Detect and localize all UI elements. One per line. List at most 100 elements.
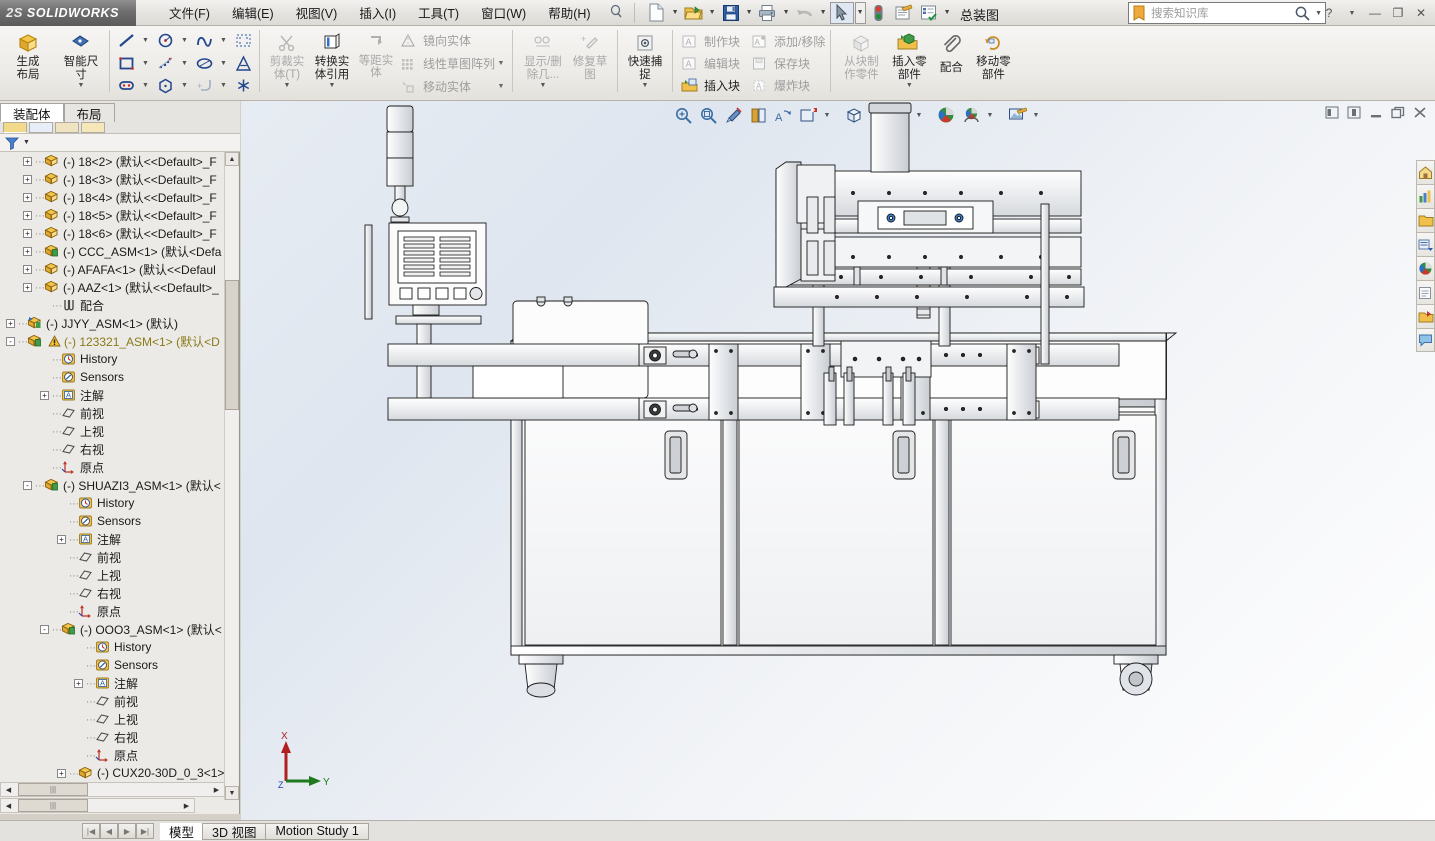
- line-tool[interactable]: [113, 29, 139, 51]
- tree-item[interactable]: ⋯History: [0, 494, 225, 512]
- tree-vertical-scrollbar[interactable]: ▲ ▼: [224, 152, 238, 800]
- tree-collapse-icon[interactable]: -: [40, 625, 49, 634]
- rectangle-tool[interactable]: [113, 52, 139, 74]
- select-dropdown[interactable]: ▼: [855, 2, 866, 24]
- new-document-button[interactable]: [645, 2, 669, 24]
- feature-manager-tab[interactable]: [3, 122, 27, 133]
- tree-hscroll-right-arrow[interactable]: ▶: [209, 783, 224, 796]
- save-document-dropdown[interactable]: ▼: [744, 2, 755, 24]
- rebuild-button[interactable]: [867, 2, 891, 24]
- make-block-item[interactable]: A 制作块: [678, 30, 740, 52]
- comments-button[interactable]: [1416, 328, 1435, 352]
- restore-button[interactable]: ❐: [1388, 3, 1408, 23]
- print-button[interactable]: [756, 2, 780, 24]
- tree-scroll-down-arrow[interactable]: ▼: [225, 786, 239, 800]
- new-document-dropdown[interactable]: ▼: [670, 2, 681, 24]
- mate-button[interactable]: 配合: [932, 27, 970, 100]
- tree-item[interactable]: ⋯配合: [0, 296, 225, 314]
- bottom-tab-model[interactable]: 模型: [160, 823, 203, 840]
- slot-tool-dropdown[interactable]: ▼: [139, 75, 152, 97]
- undo-dropdown[interactable]: ▼: [818, 2, 829, 24]
- spline-tool[interactable]: [191, 29, 217, 51]
- tree-expand-icon[interactable]: +: [23, 193, 32, 202]
- customize-dropdown[interactable]: ▼: [942, 2, 953, 24]
- tree-expand-icon[interactable]: +: [57, 769, 66, 778]
- quick-snap-dropdown[interactable]: ▼: [642, 82, 649, 89]
- configuration-manager-tab[interactable]: [55, 122, 79, 133]
- bottom-tab-3dviews[interactable]: 3D 视图: [202, 823, 266, 840]
- rectangle-tool-dropdown[interactable]: ▼: [139, 52, 152, 74]
- display-manager-tab[interactable]: [81, 122, 105, 133]
- fillet-tool[interactable]: +: [191, 75, 217, 97]
- tree-expand-icon[interactable]: +: [6, 319, 15, 328]
- menu-edit[interactable]: 编辑(E): [221, 0, 285, 25]
- tree-expand-icon[interactable]: +: [23, 211, 32, 220]
- sketch-pattern-tool[interactable]: [230, 29, 256, 51]
- custom-properties-button[interactable]: [1416, 280, 1435, 304]
- tree-item[interactable]: +⋯(-) CCC_ASM<1> (默认<Defa: [0, 242, 225, 260]
- solidworks-forum-button[interactable]: [1416, 304, 1435, 328]
- point-arc-tool[interactable]: [152, 52, 178, 74]
- tree-item[interactable]: +⋯(-) 18<2> (默认<<Default>_F: [0, 152, 225, 170]
- tree-item[interactable]: +⋯A注解: [0, 530, 225, 548]
- tree-expand-icon[interactable]: +: [23, 229, 32, 238]
- prev-tab-button[interactable]: ◀: [100, 823, 118, 839]
- tree-expand-icon[interactable]: +: [23, 265, 32, 274]
- appearances-scenes-button[interactable]: [1416, 256, 1435, 280]
- tree-collapse-icon[interactable]: -: [6, 337, 15, 346]
- tree-item[interactable]: ⋯原点: [0, 458, 225, 476]
- last-tab-button[interactable]: ▶|: [136, 823, 154, 839]
- panel-hscroll-left-arrow[interactable]: ◀: [1, 799, 16, 812]
- select-button[interactable]: [830, 2, 854, 24]
- smart-dimension-button[interactable]: 智能尺寸 ▼: [58, 27, 104, 100]
- edit-block-item[interactable]: A 编辑块: [678, 52, 740, 74]
- tree-item[interactable]: +⋯(-) 18<4> (默认<<Default>_F: [0, 188, 225, 206]
- polygon-tool[interactable]: [152, 75, 178, 97]
- menu-file[interactable]: 文件(F): [158, 0, 221, 25]
- tree-item[interactable]: -⋯(-) SHUAZI3_ASM<1> (默认<: [0, 476, 225, 494]
- tree-expand-icon[interactable]: +: [74, 679, 83, 688]
- ellipse-tool-dropdown[interactable]: ▼: [217, 52, 230, 74]
- line-tool-dropdown[interactable]: ▼: [139, 29, 152, 51]
- create-layout-button[interactable]: 生成布局: [2, 27, 54, 100]
- tree-expand-icon[interactable]: +: [40, 391, 49, 400]
- tree-item[interactable]: ⋯原点: [0, 746, 225, 764]
- tree-filter-bar[interactable]: ▼: [0, 134, 240, 152]
- trim-entities-button[interactable]: 剪裁实体(T) ▼: [265, 27, 309, 100]
- tree-item[interactable]: ⋯上视: [0, 566, 225, 584]
- menu-view[interactable]: 视图(V): [285, 0, 349, 25]
- tree-item[interactable]: +⋯(-) AFAFA<1> (默认<<Defaul: [0, 260, 225, 278]
- tree-item[interactable]: ⋯上视: [0, 422, 225, 440]
- linear-sketch-pattern-item[interactable]: 线性草图阵列: [397, 52, 495, 75]
- tree-item[interactable]: ⋯右视: [0, 440, 225, 458]
- tab-assembly[interactable]: 装配体: [0, 103, 64, 122]
- convert-dropdown[interactable]: ▼: [329, 82, 336, 89]
- tree-item[interactable]: ⋯Sensors: [0, 512, 225, 530]
- tree-item[interactable]: +⋯(-) 18<6> (默认<<Default>_F: [0, 224, 225, 242]
- tree-item[interactable]: ⋯前视: [0, 404, 225, 422]
- move-entities-item[interactable]: 移动实体: [397, 75, 495, 98]
- tree-scroll-up-arrow[interactable]: ▲: [225, 152, 239, 166]
- move-entities-dropdown[interactable]: ▼: [495, 75, 507, 98]
- tree-filter-dropdown[interactable]: ▼: [23, 139, 30, 146]
- close-button[interactable]: ✕: [1411, 3, 1431, 23]
- tab-layout[interactable]: 布局: [64, 103, 115, 122]
- open-document-button[interactable]: [682, 2, 706, 24]
- tree-item[interactable]: ⋯Sensors: [0, 656, 225, 674]
- insert-block-item[interactable]: 插入块: [678, 75, 740, 97]
- tree-item[interactable]: ⋯右视: [0, 584, 225, 602]
- spline-tool-dropdown[interactable]: ▼: [217, 29, 230, 51]
- save-block-item[interactable]: 保存块: [748, 52, 825, 74]
- customize-button[interactable]: [917, 2, 941, 24]
- explode-block-item[interactable]: A 爆炸块: [748, 75, 825, 97]
- insert-components-button[interactable]: 插入零部件 ▼: [886, 27, 932, 100]
- cad-model-viewport[interactable]: X Y Z: [241, 101, 1435, 820]
- make-part-from-block-button[interactable]: 从块制作零件: [836, 27, 886, 100]
- options-button[interactable]: [892, 2, 916, 24]
- property-manager-tab[interactable]: [29, 122, 53, 133]
- centerline-tool[interactable]: [230, 75, 256, 97]
- display-delete-relations-button[interactable]: 显示/删除几... ▼: [518, 27, 568, 100]
- view-palette-button[interactable]: [1416, 232, 1435, 256]
- tree-hscroll-left-arrow[interactable]: ◀: [1, 783, 16, 796]
- tree-expand-icon[interactable]: +: [23, 283, 32, 292]
